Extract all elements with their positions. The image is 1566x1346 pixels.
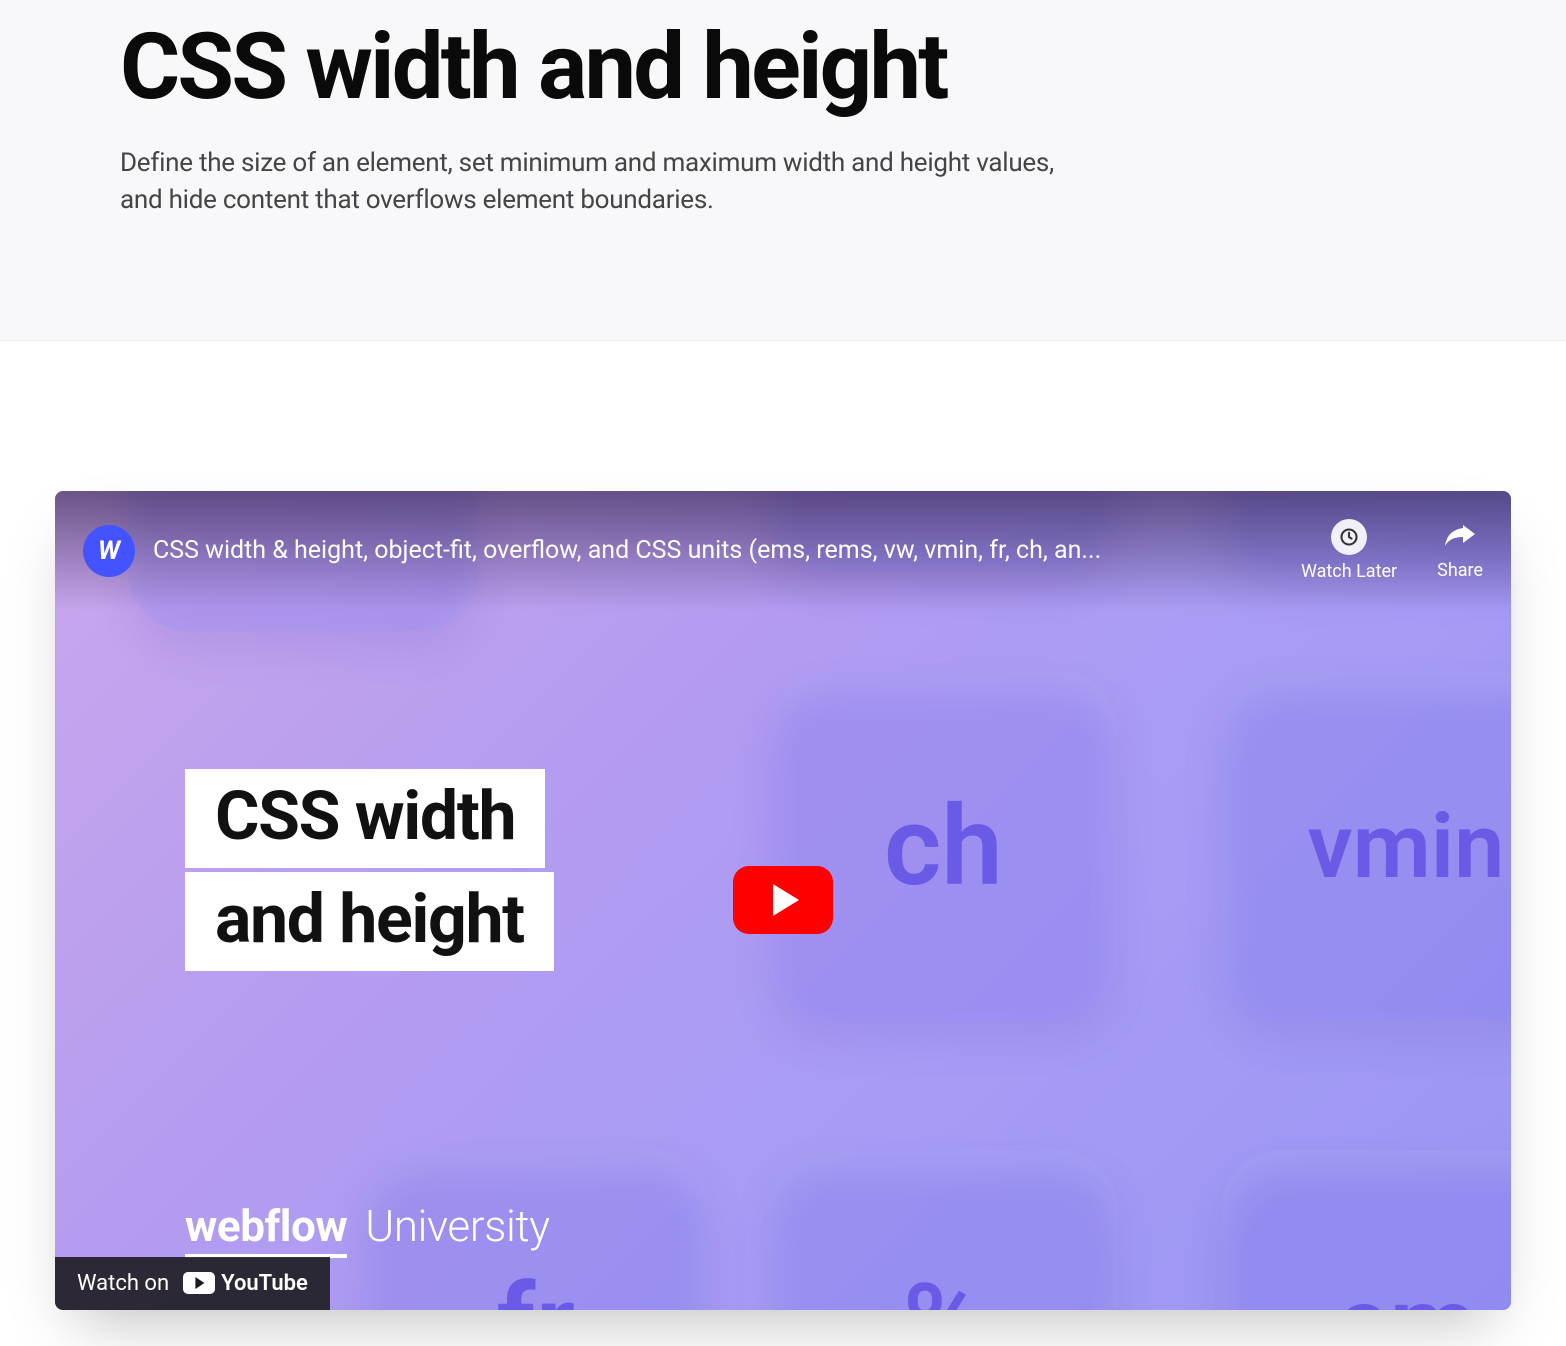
page-hero: CSS width and height Define the size of … bbox=[0, 0, 1566, 341]
watch-on-youtube-button[interactable]: Watch on YouTube bbox=[55, 1257, 330, 1310]
share-button[interactable]: Share bbox=[1437, 519, 1483, 582]
thumbnail-headline-line2: and height bbox=[185, 872, 554, 971]
watch-later-button[interactable]: Watch Later bbox=[1301, 519, 1397, 582]
channel-avatar[interactable]: W bbox=[83, 525, 135, 577]
watch-on-label: Watch on bbox=[77, 1271, 169, 1296]
youtube-icon bbox=[183, 1272, 215, 1294]
bg-tile-pct: % bbox=[768, 1150, 1118, 1310]
brand-logo-text: webflow bbox=[185, 1200, 347, 1252]
clock-icon bbox=[1331, 519, 1367, 555]
video-embed[interactable]: ch vmin fr % em W CSS width & height, ob… bbox=[55, 491, 1511, 1310]
page-title: CSS width and height bbox=[120, 20, 1100, 117]
thumbnail-headline-line1: CSS width bbox=[185, 769, 545, 868]
youtube-label: YouTube bbox=[221, 1271, 308, 1296]
share-icon bbox=[1442, 519, 1478, 554]
play-button[interactable] bbox=[733, 866, 833, 934]
content-section: ch vmin fr % em W CSS width & height, ob… bbox=[0, 341, 1566, 1310]
brand-suffix: University bbox=[365, 1200, 549, 1252]
thumbnail-headline: CSS width and height bbox=[185, 769, 554, 971]
bg-tile-ch: ch bbox=[768, 671, 1118, 1021]
video-title[interactable]: CSS width & height, object-fit, overflow… bbox=[153, 536, 1281, 565]
watch-later-label: Watch Later bbox=[1301, 561, 1397, 582]
bg-tile-vmin: vmin bbox=[1221, 671, 1511, 1021]
bg-tile-em: em bbox=[1221, 1150, 1511, 1310]
share-label: Share bbox=[1437, 560, 1483, 581]
page-subtitle: Define the size of an element, set minim… bbox=[120, 145, 1080, 220]
brand-mark: webflow University bbox=[185, 1200, 550, 1252]
video-topbar: W CSS width & height, object-fit, overfl… bbox=[55, 491, 1511, 611]
